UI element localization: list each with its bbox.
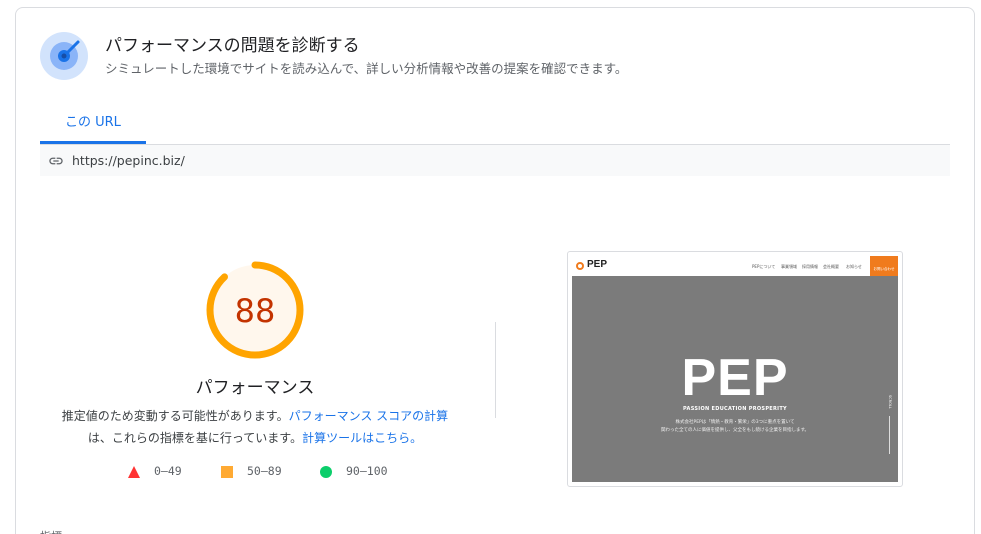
section-divider (495, 322, 496, 418)
site-hero-body: 株式会社PEPは「情熱・教育・繁栄」の3つに重点を置いて 関わった全ての人に価値… (572, 419, 898, 435)
circle-icon (320, 466, 332, 478)
link-icon (48, 153, 64, 169)
site-nav-item: 事業領域 (781, 264, 797, 269)
page-title: パフォーマンスの問題を診断する (105, 36, 360, 56)
site-nav-item: 採用情報 (802, 264, 818, 269)
calculator-link[interactable]: 計算ツールはこちら。 (302, 431, 422, 445)
score-value: 88 (235, 292, 276, 330)
analyzed-url[interactable]: https://pepinc.biz/ (72, 153, 185, 168)
page-subtitle: シミュレートした環境でサイトを読み込んで、詳しい分析情報や改善の提案を確認できま… (105, 61, 628, 76)
site-scroll-indicator: SCROLL (888, 394, 892, 454)
site-nav-item: 会社概要 (823, 264, 839, 269)
site-hero-title: PEP (681, 349, 789, 407)
page-screenshot-preview: PEP PEPについて 事業領域 採用情報 会社概要 お知らせ お問い合わせ P… (567, 251, 903, 487)
score-label: パフォーマンス (195, 378, 315, 398)
performance-score-gauge[interactable]: 88 (205, 260, 305, 360)
score-calc-link[interactable]: パフォーマンス スコアの計算 (289, 409, 449, 423)
description-text: は、これらの指標を基に行っています。 (87, 431, 303, 445)
site-navbar: PEP PEPについて 事業領域 採用情報 会社概要 お知らせ お問い合わせ (572, 256, 898, 276)
radar-icon (40, 32, 88, 80)
metrics-heading: 指標 (40, 528, 62, 534)
site-nav-item: お知らせ (846, 264, 862, 269)
square-icon (221, 466, 233, 478)
site-scroll-text: SCROLL (888, 395, 892, 409)
url-bar: https://pepinc.biz/ (40, 145, 950, 176)
site-nav-item: PEPについて (752, 264, 776, 269)
description-text: 推定値のため変動する可能性があります。 (61, 409, 289, 423)
site-hero-line: 株式会社PEPは「情熱・教育・繁栄」の3つに重点を置いて (675, 420, 795, 425)
site-hero: PEP PASSION EDUCATION PROSPERITY 株式会社PEP… (572, 276, 898, 482)
site-hero-subtitle: PASSION EDUCATION PROSPERITY (683, 406, 787, 412)
site-contact-button: お問い合わせ (870, 256, 898, 276)
site-scroll-line (889, 416, 890, 454)
score-description: 推定値のため変動する可能性があります。パフォーマンス スコアの計算 は、これらの… (52, 405, 458, 449)
site-logo: PEP (587, 259, 608, 270)
site-logo-icon (576, 262, 584, 270)
site-hero-line: 関わった全ての人に価値を提供し、父全をもし続ける企業を目指します。 (660, 428, 810, 433)
tab-this-url[interactable]: この URL (65, 111, 121, 130)
triangle-icon (128, 466, 140, 478)
